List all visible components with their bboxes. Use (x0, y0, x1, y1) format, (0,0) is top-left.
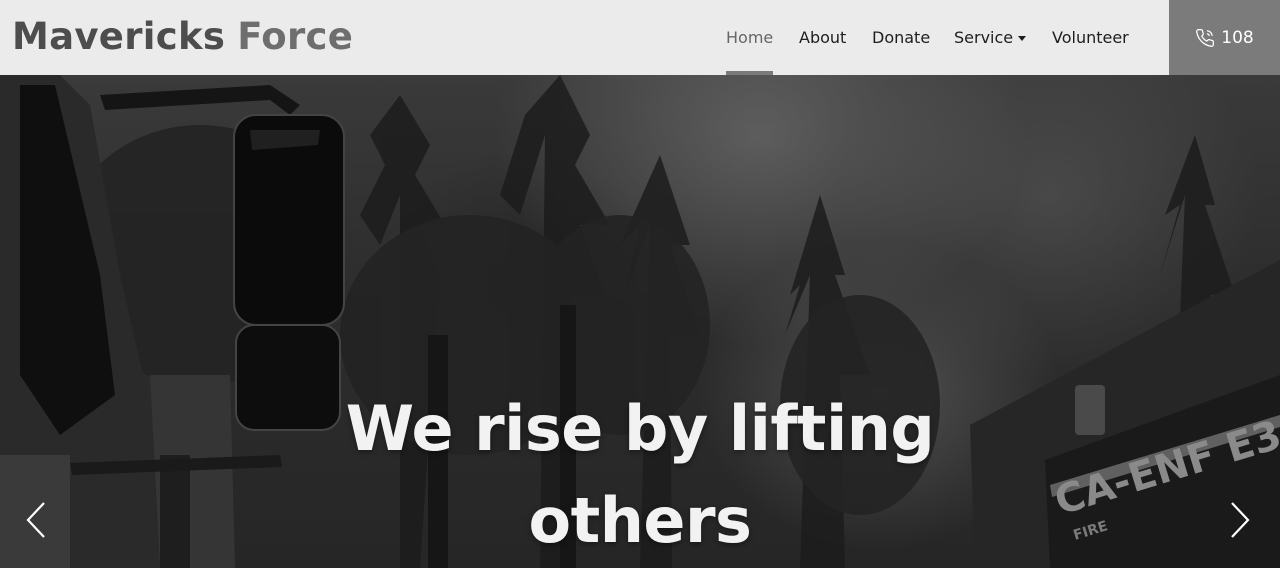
chevron-left-icon (26, 502, 45, 538)
brand-name-second: Force (237, 14, 354, 58)
hero-carousel: CA-ENF E31 FIRE We rise by lifting other… (0, 75, 1280, 568)
brand-name-first: Mavericks (12, 14, 226, 58)
nav-home-link[interactable]: Home (726, 0, 774, 75)
navbar: Mavericks Force Home About Donate Servic… (0, 0, 1280, 75)
phone-call-button[interactable]: 108 (1169, 0, 1280, 75)
nav-volunteer-link[interactable]: Volunteer (1052, 0, 1129, 75)
nav-donate-link[interactable]: Donate (872, 0, 930, 75)
nav-service-label: Service (954, 28, 1014, 47)
nav-service-dropdown[interactable]: Service (954, 0, 1027, 75)
caret-down-icon (1018, 36, 1027, 41)
hero-headline-line2: others (528, 484, 752, 557)
hero-headline: We rise by lifting others (290, 383, 990, 567)
phone-number: 108 (1221, 27, 1254, 48)
carousel-prev-button[interactable] (16, 495, 56, 545)
nav-about-link[interactable]: About (799, 0, 846, 75)
hero-headline-line1: We rise by lifting (345, 392, 935, 465)
chevron-right-icon (1231, 502, 1250, 538)
phone-icon (1196, 28, 1215, 47)
brand-logo[interactable]: Mavericks Force (12, 10, 353, 62)
carousel-next-button[interactable] (1220, 495, 1260, 545)
